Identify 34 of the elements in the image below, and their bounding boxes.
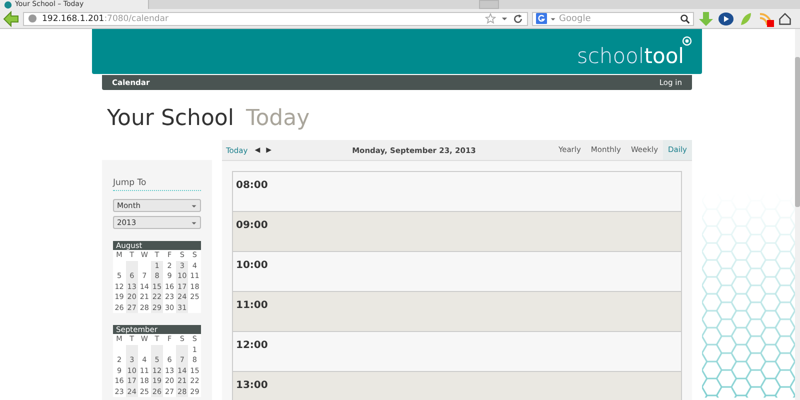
site-icon	[4, 0, 12, 8]
url-text: 192.168.1.201:7080/calendar	[42, 14, 169, 24]
hour-label: 08:00	[236, 180, 268, 191]
search-input[interactable]: Google	[559, 14, 677, 24]
page-subtitle: Today	[246, 106, 310, 131]
search-engine-icon[interactable]	[536, 13, 547, 24]
schooltool-logo[interactable]: schooltool	[576, 44, 684, 68]
dropdown-icon[interactable]	[550, 16, 556, 22]
sidebar-heading: Jump To	[113, 178, 201, 191]
home-icon[interactable]	[778, 12, 792, 26]
scrollbar[interactable]	[795, 29, 800, 400]
caret-icon	[191, 220, 197, 226]
caret-icon	[191, 202, 197, 208]
feed-icon[interactable]	[758, 10, 774, 26]
hour-label: 12:00	[236, 340, 268, 351]
address-bar[interactable]: 192.168.1.201:7080/calendar	[23, 12, 528, 26]
reload-icon[interactable]	[513, 14, 523, 24]
play-disc-icon[interactable]	[718, 10, 734, 26]
hour-slot[interactable]: 13:00	[233, 372, 681, 400]
hour-slot[interactable]: 11:00	[233, 292, 681, 332]
dropdown-icon[interactable]	[501, 15, 508, 22]
hour-slot[interactable]: 09:00	[233, 212, 681, 252]
hour-label: 13:00	[236, 380, 268, 391]
back-arrow-icon[interactable]	[3, 10, 19, 26]
page-title: Your School	[107, 106, 234, 131]
search-field[interactable]: Google	[532, 12, 694, 26]
globe-icon	[28, 14, 37, 23]
hour-label: 11:00	[236, 300, 268, 311]
logo-mark-icon	[682, 36, 692, 46]
search-icon[interactable]	[680, 14, 690, 24]
hour-label: 09:00	[236, 220, 268, 231]
scrollbar-thumb[interactable]	[795, 57, 800, 207]
hour-label: 10:00	[236, 260, 268, 271]
star-icon[interactable]	[485, 13, 496, 24]
